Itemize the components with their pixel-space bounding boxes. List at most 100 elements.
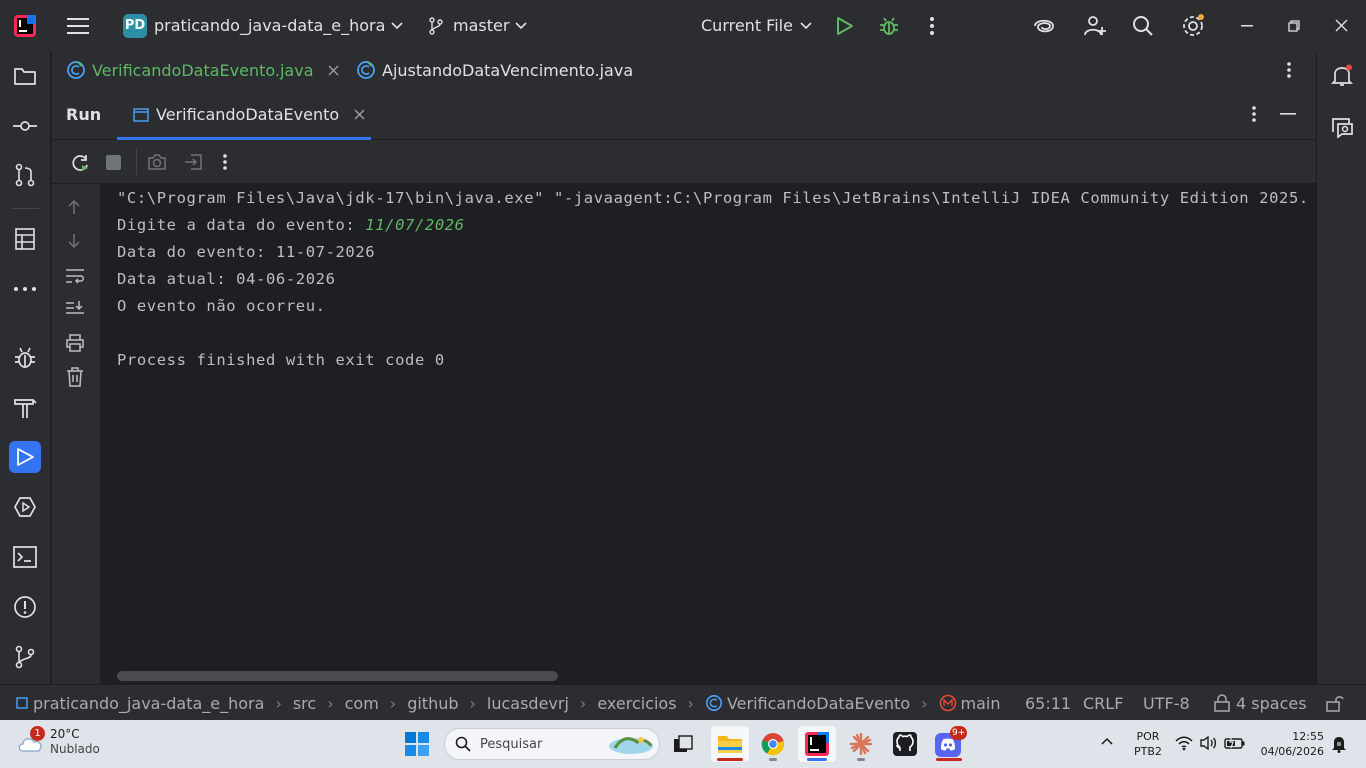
breadcrumb-item[interactable]: VerificandoDataEvento [727,694,910,713]
screenshot-camera-icon[interactable] [147,153,167,171]
notification-center-icon[interactable] [1331,735,1347,753]
breadcrumb-item[interactable]: lucasdevrj [487,694,569,713]
structure-icon[interactable] [9,223,41,255]
close-tab-icon[interactable] [328,65,339,76]
run-config-selector[interactable]: Current File [701,0,812,51]
module-icon [16,697,28,709]
weather-widget[interactable]: 1 20°C Nublado [16,726,100,757]
breadcrumb-item[interactable]: github [407,694,458,713]
ai-assistant-icon[interactable] [1032,0,1056,51]
breadcrumb-item[interactable]: com [345,694,379,713]
weather-desc: Nublado [50,742,100,756]
git-branch-icon [429,16,443,35]
github-desktop-icon[interactable] [886,726,924,762]
more-actions-icon[interactable] [929,0,935,51]
taskbar-search-box[interactable]: Pesquisar [444,728,660,760]
hide-panel-icon[interactable] [1280,113,1296,115]
run-button[interactable] [836,0,854,51]
problems-icon[interactable] [9,591,41,623]
project-selector[interactable]: PD praticando_java-data_e_hora [123,0,404,51]
intellij-logo-icon[interactable] [14,0,36,51]
run-tab[interactable]: VerificandoDataEvento [117,89,371,140]
add-user-icon[interactable] [1083,0,1107,51]
scroll-to-end-icon[interactable] [65,300,85,318]
run-tool-window-header: Run VerificandoDataEvento [52,89,1316,140]
settings-gear-icon[interactable] [1181,0,1205,51]
show-hidden-icons-icon[interactable] [1100,736,1114,746]
windows-start-icon[interactable] [398,726,436,762]
console-line-result: O evento não ocorreu. [117,297,326,315]
breadcrumb-item[interactable]: praticando_java-data_e_hora [33,694,264,713]
clock[interactable]: 12:55 04/06/2026 [1258,729,1324,759]
arrow-down-icon[interactable] [67,233,81,249]
close-tab-icon[interactable] [354,109,365,120]
rerun-icon[interactable] [70,153,90,173]
soft-wrap-icon[interactable] [65,268,85,284]
run-tool-icon[interactable] [9,441,41,473]
trash-icon[interactable] [66,367,84,387]
bug-icon [880,17,898,35]
build-hammer-icon[interactable] [9,392,41,424]
more-run-actions-icon[interactable] [222,153,228,171]
indent-setting[interactable]: 4 spaces [1213,685,1307,721]
input-language[interactable]: POR PTB2 [1134,729,1162,759]
pull-requests-icon[interactable] [9,159,41,191]
search-placeholder: Pesquisar [480,736,543,752]
more-tools-icon[interactable] [9,273,41,305]
chrome-icon[interactable] [754,726,792,762]
debug-tool-icon[interactable] [9,342,41,374]
strip-divider [12,208,39,209]
search-icon[interactable] [1132,0,1154,51]
wifi-icon [1175,736,1193,751]
breadcrumb-item[interactable]: main [961,694,1001,713]
clock-date: 04/06/2026 [1260,745,1324,758]
tab-options-icon[interactable] [1286,51,1292,89]
editor-tabs: VerificandoDataEvento.java AjustandoData… [52,51,1316,89]
ai-chat-icon[interactable] [1326,110,1358,142]
branch-selector[interactable]: master [428,0,527,51]
discord-icon[interactable]: 9+ [930,726,968,762]
attach-login-icon[interactable] [183,153,203,171]
notifications-icon[interactable] [1326,60,1358,92]
git-icon[interactable] [9,641,41,673]
project-folder-icon[interactable] [9,60,41,92]
file-encoding[interactable]: UTF-8 [1143,685,1190,721]
main-menu-icon[interactable] [67,0,89,51]
stop-icon[interactable] [106,155,121,170]
debug-button[interactable] [878,0,900,51]
readonly-toggle-icon[interactable] [1326,685,1344,721]
volume-icon [1200,735,1217,751]
battery-icon [1224,736,1245,749]
left-tool-strip [0,51,51,684]
lang-bottom: PTB2 [1134,745,1162,758]
restore-button[interactable] [1288,0,1300,51]
breadcrumb-item[interactable]: exercicios [597,694,676,713]
discord-badge: 9+ [950,726,968,740]
line-separator[interactable]: CRLF [1083,685,1123,721]
chevron-down-icon [800,21,812,29]
commit-icon[interactable] [9,110,41,142]
claude-icon[interactable] [842,726,880,762]
editor-tab-ajustando[interactable]: AjustandoDataVencimento.java [356,51,633,89]
editor-tab-verificando[interactable]: VerificandoDataEvento.java [66,51,339,89]
intellij-taskbar-icon[interactable] [798,726,836,762]
terminal-icon[interactable] [9,541,41,573]
caret-position[interactable]: 65:11 [1025,685,1071,721]
close-window-button[interactable] [1335,0,1348,51]
file-explorer-icon[interactable] [711,726,749,762]
minimize-button[interactable] [1241,0,1253,51]
toolbar-divider [136,149,137,175]
console-output[interactable]: "C:\Program Files\Java\jdk-17\bin\java.e… [100,184,1316,684]
prompt-text: Digite a data do evento: [117,216,366,234]
breadcrumb-item[interactable]: src [293,694,316,713]
horizontal-scrollbar[interactable] [117,671,558,681]
arrow-up-icon[interactable] [67,199,81,215]
run-options-icon[interactable] [1251,105,1257,123]
print-icon[interactable] [65,334,85,352]
services-icon[interactable] [9,491,41,523]
system-tray-status[interactable] [1175,735,1246,751]
windows-taskbar: 1 20°C Nublado Pesquisar 9+ POR PTB2 12:… [0,720,1366,768]
console-line-event-date: Data do evento: 11-07-2026 [117,243,376,261]
weather-badge: 1 [30,726,45,741]
task-view-icon[interactable] [664,726,702,762]
